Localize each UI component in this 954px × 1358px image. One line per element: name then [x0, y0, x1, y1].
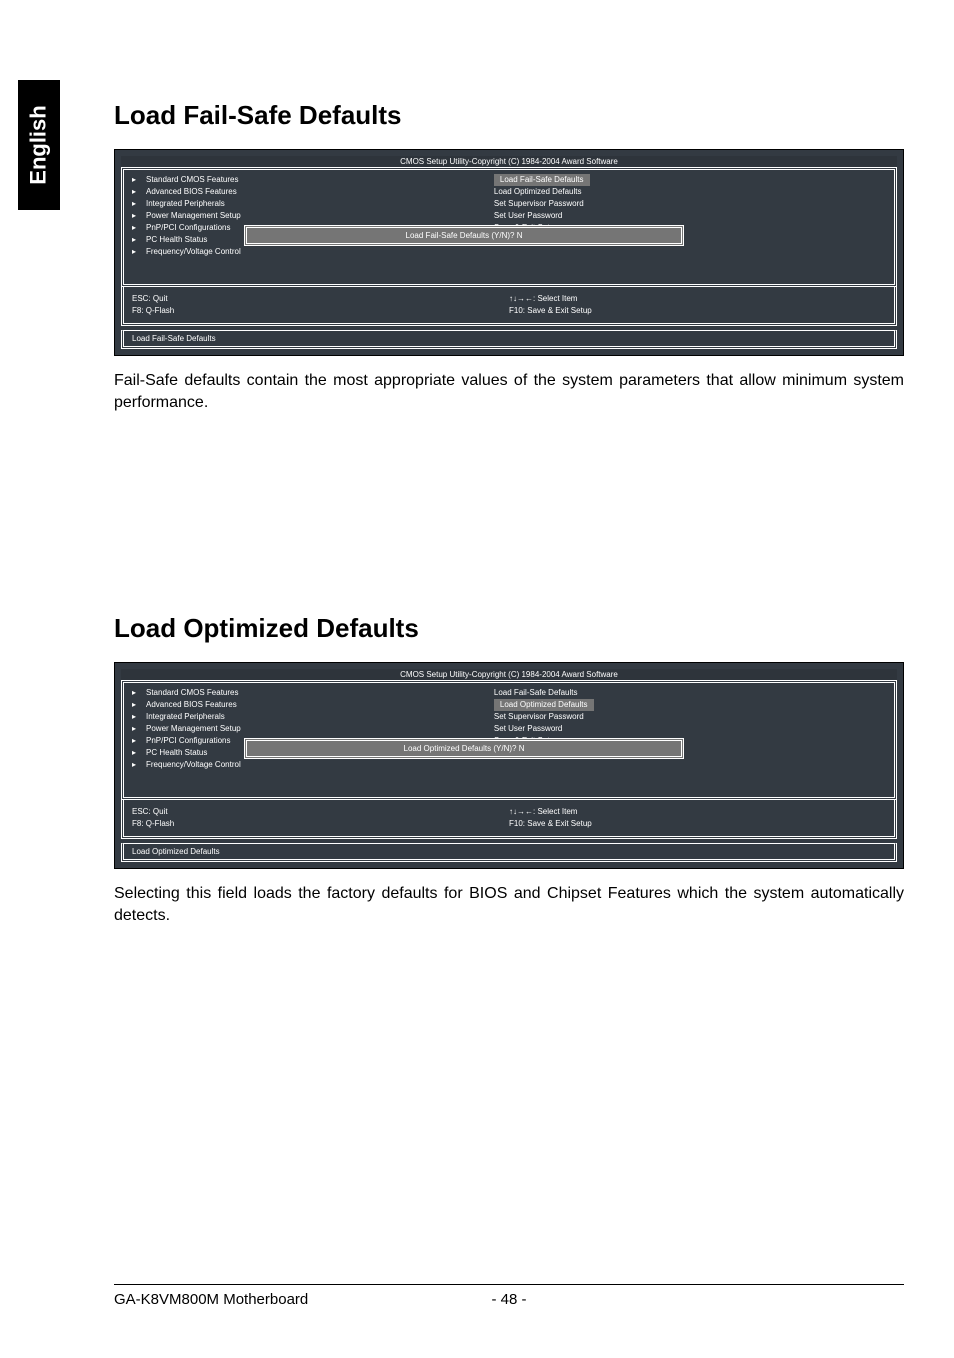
menu-item: Set User Password — [494, 723, 886, 735]
nav-item: F8: Q-Flash — [132, 305, 509, 317]
menu-item: Load Optimized Defaults — [494, 186, 886, 198]
arrow-icon: ▸ — [132, 210, 146, 222]
bios-main-1: ▸Standard CMOS Features ▸Advanced BIOS F… — [121, 167, 897, 287]
menu-item: ▸Integrated Peripherals — [132, 711, 494, 723]
page-content: Load Fail-Safe Defaults CMOS Setup Utili… — [114, 100, 904, 942]
nav-row: F8: Q-Flash F10: Save & Exit Setup — [132, 305, 886, 317]
nav-row: ESC: Quit ↑↓→←: Select Item — [132, 806, 886, 818]
arrow-icon: ▸ — [132, 723, 146, 735]
bios-nav-2: ESC: Quit ↑↓→←: Select Item F8: Q-Flash … — [121, 800, 897, 839]
nav-row: ESC: Quit ↑↓→←: Select Item — [132, 293, 886, 305]
menu-item: Set User Password — [494, 210, 886, 222]
menu-item: ▸Power Management Setup — [132, 723, 494, 735]
arrow-icon: ▸ — [132, 198, 146, 210]
bios-header-1: CMOS Setup Utility-Copyright (C) 1984-20… — [121, 156, 897, 167]
menu-item: ▸Frequency/Voltage Control — [132, 759, 494, 771]
confirm-dialog-2: Load Optimized Defaults (Y/N)? N — [244, 738, 684, 759]
arrow-icon: ▸ — [132, 735, 146, 747]
nav-item: F10: Save & Exit Setup — [509, 818, 886, 830]
nav-item: ESC: Quit — [132, 293, 509, 305]
menu-item-highlighted: Load Fail-Safe Defaults — [494, 174, 886, 186]
nav-item: ↑↓→←: Select Item — [509, 293, 886, 305]
arrows-icon: ↑↓→← — [509, 807, 533, 816]
section1-body: Fail-Safe defaults contain the most appr… — [114, 370, 904, 413]
menu-item: ▸Standard CMOS Features — [132, 687, 494, 699]
bios-main-2: ▸Standard CMOS Features ▸Advanced BIOS F… — [121, 680, 897, 800]
nav-row: F8: Q-Flash F10: Save & Exit Setup — [132, 818, 886, 830]
section1-heading: Load Fail-Safe Defaults — [114, 100, 904, 131]
nav-item: F8: Q-Flash — [132, 818, 509, 830]
section2-heading: Load Optimized Defaults — [114, 613, 904, 644]
bios-header-2: CMOS Setup Utility-Copyright (C) 1984-20… — [121, 669, 897, 680]
bios-nav-1: ESC: Quit ↑↓→←: Select Item F8: Q-Flash … — [121, 287, 897, 326]
nav-item: ESC: Quit — [132, 806, 509, 818]
arrow-icon: ▸ — [132, 687, 146, 699]
arrows-icon: ↑↓→← — [509, 294, 533, 303]
page-footer: GA-K8VM800M Motherboard - 48 - — [114, 1284, 904, 1308]
arrow-icon: ▸ — [132, 234, 146, 246]
section2: Load Optimized Defaults CMOS Setup Utili… — [114, 613, 904, 926]
menu-item: ▸Advanced BIOS Features — [132, 699, 494, 711]
bios-screen-1: CMOS Setup Utility-Copyright (C) 1984-20… — [114, 149, 904, 356]
language-label: English — [26, 105, 52, 184]
arrow-icon: ▸ — [132, 246, 146, 258]
menu-item: ▸Advanced BIOS Features — [132, 186, 494, 198]
arrow-icon: ▸ — [132, 186, 146, 198]
arrow-icon: ▸ — [132, 711, 146, 723]
menu-item: Set Supervisor Password — [494, 711, 886, 723]
arrow-icon: ▸ — [132, 759, 146, 771]
nav-item: F10: Save & Exit Setup — [509, 305, 886, 317]
menu-item: Load Fail-Safe Defaults — [494, 687, 886, 699]
section2-body: Selecting this field loads the factory d… — [114, 883, 904, 926]
arrow-icon: ▸ — [132, 174, 146, 186]
menu-item: Set Supervisor Password — [494, 198, 886, 210]
nav-item: ↑↓→←: Select Item — [509, 806, 886, 818]
arrow-icon: ▸ — [132, 747, 146, 759]
language-tab: English — [18, 80, 60, 210]
arrow-icon: ▸ — [132, 222, 146, 234]
arrow-icon: ▸ — [132, 699, 146, 711]
menu-item: ▸Frequency/Voltage Control — [132, 246, 494, 258]
confirm-dialog-1: Load Fail-Safe Defaults (Y/N)? N — [244, 225, 684, 246]
footer-page-number: - 48 - — [114, 1291, 904, 1308]
bios-footer-2: Load Optimized Defaults — [121, 843, 897, 862]
bios-screen-2: CMOS Setup Utility-Copyright (C) 1984-20… — [114, 662, 904, 869]
menu-item: ▸Integrated Peripherals — [132, 198, 494, 210]
menu-item: ▸Standard CMOS Features — [132, 174, 494, 186]
menu-item: ▸Power Management Setup — [132, 210, 494, 222]
bios-footer-1: Load Fail-Safe Defaults — [121, 330, 897, 349]
menu-item-highlighted: Load Optimized Defaults — [494, 699, 886, 711]
